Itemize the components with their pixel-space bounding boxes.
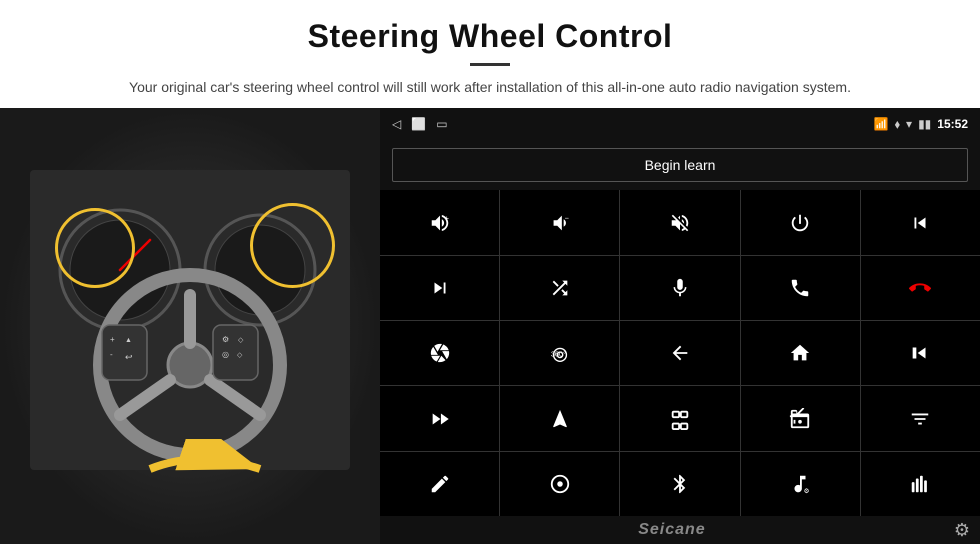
svg-text:▲: ▲ xyxy=(125,337,132,344)
svg-text:⚙: ⚙ xyxy=(804,488,810,495)
svg-text:↩: ↩ xyxy=(125,352,133,362)
circle-left-indicator xyxy=(55,208,135,288)
status-bar: ◁ ⬜ ▭ 📶 ⬧ ▾ ▮▮ 15:52 xyxy=(380,108,980,140)
home-nav-icon[interactable]: ⬜ xyxy=(411,117,426,131)
vol-up-button[interactable]: + xyxy=(380,190,499,254)
circle-dot-button[interactable] xyxy=(500,452,619,516)
pen-button[interactable] xyxy=(380,452,499,516)
svg-text:+: + xyxy=(110,335,115,344)
controls-grid: + − xyxy=(380,190,980,516)
fast-forward-button[interactable] xyxy=(380,386,499,450)
control-panel: ◁ ⬜ ▭ 📶 ⬧ ▾ ▮▮ 15:52 Begin learn xyxy=(380,108,980,544)
svg-text:◇: ◇ xyxy=(238,337,244,344)
content-area: + - ▲ ↩ ⚙ ◎ ◇ ◇ xyxy=(0,108,980,544)
settings-gear-icon[interactable]: ⚙ xyxy=(954,520,970,541)
prev-track-phone-button[interactable] xyxy=(861,190,980,254)
arrow-indicator xyxy=(140,439,280,504)
view-360-button[interactable]: 360° xyxy=(500,321,619,385)
title-divider xyxy=(470,63,510,66)
subtitle: Your original car's steering wheel contr… xyxy=(100,76,880,98)
battery-icon: ▮▮ xyxy=(918,117,931,131)
status-nav-icons: ◁ ⬜ ▭ xyxy=(392,117,448,131)
recent-nav-icon[interactable]: ▭ xyxy=(436,117,447,131)
begin-learn-row: Begin learn xyxy=(380,140,980,190)
equalizer-bars-button[interactable] xyxy=(861,452,980,516)
bottom-bar: Seicane ⚙ xyxy=(380,516,980,544)
skip-back-button[interactable] xyxy=(861,321,980,385)
radio-button[interactable] xyxy=(741,386,860,450)
car-background: + - ▲ ↩ ⚙ ◎ ◇ ◇ xyxy=(0,108,380,544)
svg-text:−: − xyxy=(564,213,568,222)
seicane-logo: Seicane xyxy=(638,521,705,539)
mic-button[interactable] xyxy=(620,256,739,320)
vol-down-button[interactable]: − xyxy=(500,190,619,254)
back-button[interactable] xyxy=(620,321,739,385)
car-image-section: + - ▲ ↩ ⚙ ◎ ◇ ◇ xyxy=(0,108,380,544)
phone-button[interactable] xyxy=(741,256,860,320)
power-button[interactable] xyxy=(741,190,860,254)
navigate-button[interactable] xyxy=(500,386,619,450)
music-button[interactable]: ⚙ xyxy=(741,452,860,516)
location-icon: ⬧ xyxy=(895,117,900,132)
circle-right-indicator xyxy=(250,203,335,288)
svg-text:◎: ◎ xyxy=(222,350,229,359)
mute-button[interactable] xyxy=(620,190,739,254)
page-title: Steering Wheel Control xyxy=(20,18,960,55)
status-right-area: 📶 ⬧ ▾ ▮▮ 15:52 xyxy=(874,117,968,132)
back-nav-icon[interactable]: ◁ xyxy=(392,117,401,131)
svg-text:-: - xyxy=(110,350,113,359)
svg-text:⚙: ⚙ xyxy=(222,335,229,344)
page-container: Steering Wheel Control Your original car… xyxy=(0,0,980,544)
camera-button[interactable] xyxy=(380,321,499,385)
eq-button[interactable] xyxy=(620,386,739,450)
hang-up-button[interactable] xyxy=(861,256,980,320)
status-time: 15:52 xyxy=(937,117,968,131)
signal-icon: 📶 xyxy=(874,117,889,131)
svg-text:+: + xyxy=(444,213,448,222)
settings-eq-button[interactable] xyxy=(861,386,980,450)
bluetooth-button[interactable] xyxy=(620,452,739,516)
next-track-button[interactable] xyxy=(380,256,499,320)
shuffle-button[interactable] xyxy=(500,256,619,320)
home-button[interactable] xyxy=(741,321,860,385)
svg-text:◇: ◇ xyxy=(237,352,243,359)
wifi-icon: ▾ xyxy=(906,117,912,131)
header-section: Steering Wheel Control Your original car… xyxy=(0,0,980,108)
begin-learn-button[interactable]: Begin learn xyxy=(392,148,968,182)
